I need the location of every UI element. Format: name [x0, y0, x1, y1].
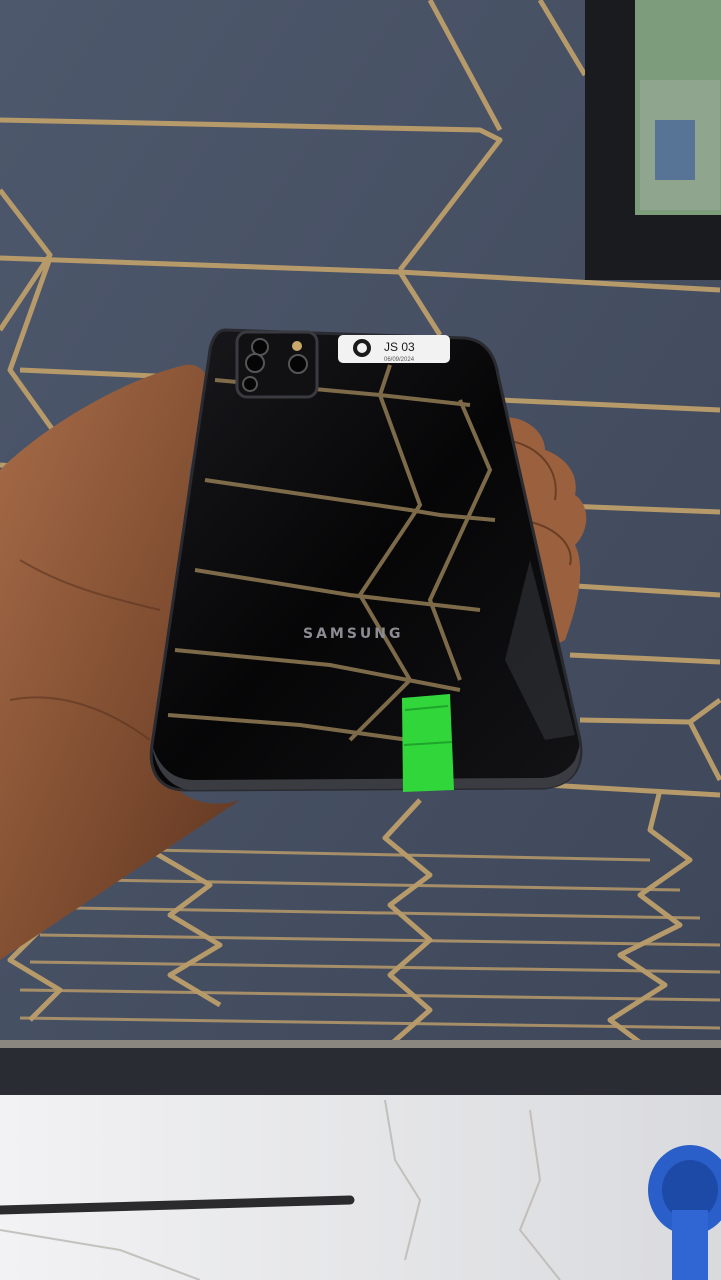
flash-icon [292, 341, 302, 351]
sticker-subtext: 06/09/2024 [384, 357, 415, 363]
window-frame [585, 0, 721, 280]
camera-module [235, 330, 319, 399]
ledge-edge [0, 1040, 721, 1048]
camera-lens-icon [251, 338, 269, 356]
floor [0, 1095, 721, 1280]
sticker-code: JS 03 [384, 340, 415, 354]
ledge [0, 1045, 721, 1095]
green-tape [402, 694, 454, 792]
camera-lens-icon [245, 353, 265, 373]
camera-lens-icon [288, 354, 308, 374]
camera-lens-icon [242, 376, 258, 392]
photo-scene: JS 03 06/09/2024 SAMSUNG [0, 0, 721, 1280]
phone-sticker: JS 03 06/09/2024 [338, 335, 450, 363]
phone-brand-logo: SAMSUNG [303, 626, 404, 642]
